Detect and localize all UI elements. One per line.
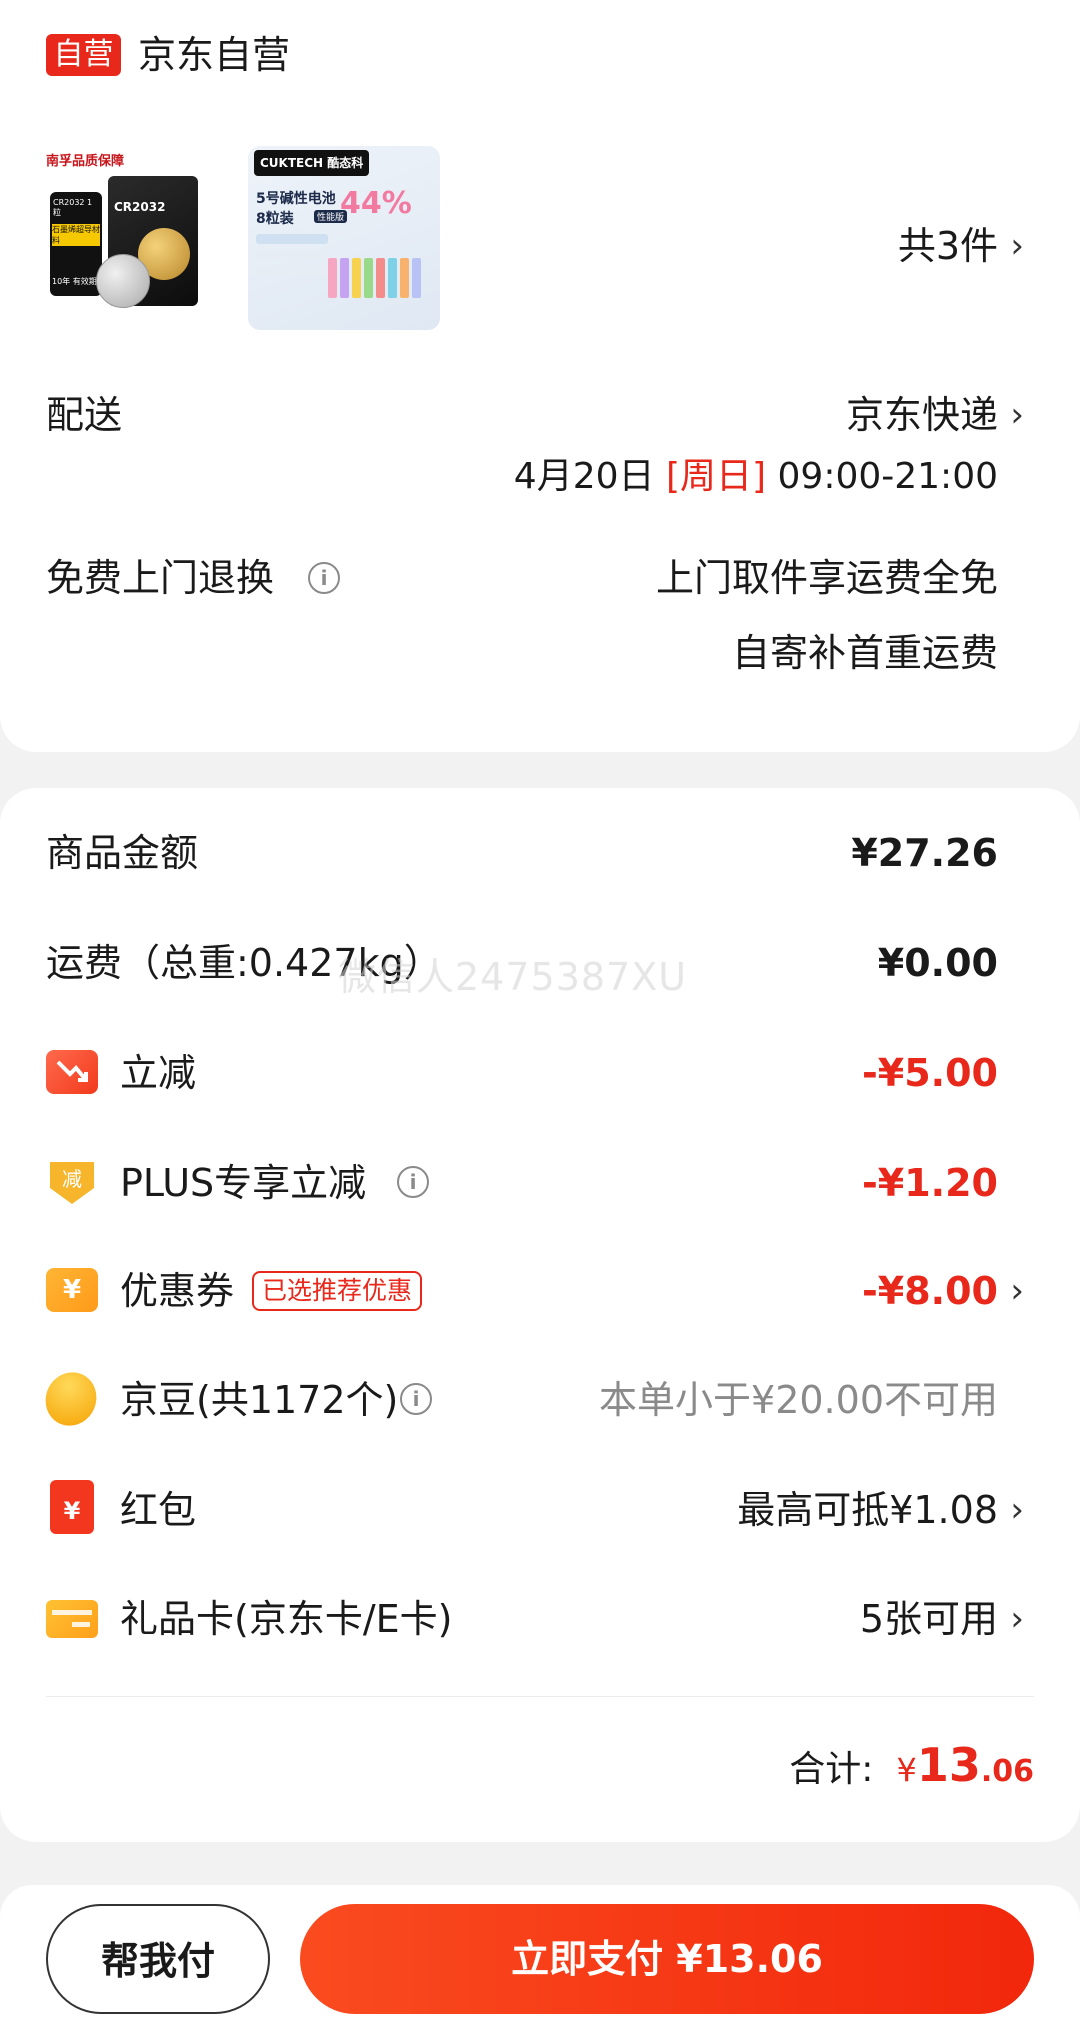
svg-text:减: 减 — [62, 1167, 82, 1191]
product-thumbnail-aa-batteries[interactable]: CUKTECH 酷态科 5号碱性电池 8粒装 性能版 44% — [248, 146, 440, 330]
gift-card-value[interactable]: 5张可用 — [860, 1596, 998, 1642]
coin-cell-icon — [96, 254, 150, 308]
jingdou-label: 京豆(共1172个) — [120, 1378, 399, 1422]
jingdou-value: 本单小于¥20.00不可用 — [599, 1378, 998, 1422]
free-return-label: 免费上门退换 — [46, 556, 275, 600]
thumb2-brand: CUKTECH 酷态科 — [254, 150, 370, 176]
total-currency: ¥ — [896, 1751, 917, 1789]
red-packet-value[interactable]: 最高可抵¥1.08 — [737, 1487, 998, 1533]
watermark-text: 微信人2475387XU — [338, 955, 688, 999]
item-count[interactable]: 共3件 — [898, 223, 998, 269]
help-me-pay-button[interactable]: 帮我付 — [46, 1904, 270, 2014]
delivery-weekday: [周日] — [665, 456, 767, 497]
delivery-time[interactable]: 4月20日 [周日] 09:00-21:00 — [514, 456, 998, 498]
gift-card-label: 礼品卡(京东卡/E卡) — [120, 1597, 453, 1641]
shipping-value: ¥0.00 — [877, 941, 998, 985]
pay-now-button[interactable]: 立即支付 ¥13.06 — [300, 1904, 1034, 2014]
plus-discount-value: -¥1.20 — [862, 1161, 998, 1205]
recommended-coupon-tag: 已选推荐优惠 — [252, 1271, 423, 1311]
goods-amount-label: 商品金额 — [46, 831, 199, 875]
info-icon[interactable]: i — [400, 1383, 432, 1415]
chevron-right-icon[interactable]: › — [1010, 1487, 1024, 1533]
chevron-right-icon[interactable]: › — [1010, 392, 1024, 438]
total-label: 合计: — [789, 1749, 874, 1790]
info-icon[interactable]: i — [397, 1166, 429, 1198]
info-icon[interactable]: i — [308, 562, 340, 594]
instant-discount-icon — [46, 1050, 98, 1094]
delivery-time-window: 09:00-21:00 — [777, 456, 998, 497]
delivery-label: 配送 — [46, 393, 123, 437]
store-name: 京东自营 — [138, 33, 291, 77]
instant-discount-value: -¥5.00 — [862, 1051, 998, 1095]
self-operated-badge: 自营 — [46, 34, 121, 76]
order-total: 合计: ¥13.06 — [789, 1735, 1034, 1806]
return-line-2: 自寄补首重运费 — [731, 631, 998, 675]
chevron-right-icon[interactable]: › — [1010, 1268, 1024, 1314]
delivery-carrier[interactable]: 京东快递 — [846, 392, 998, 438]
plus-discount-label: PLUS专享立减 — [120, 1161, 367, 1205]
coupon-label: 优惠券 — [120, 1269, 235, 1313]
instant-discount-label: 立减 — [120, 1051, 197, 1095]
thumb-brand: 南孚品质保障 — [46, 154, 125, 169]
gift-card-icon — [46, 1600, 98, 1638]
goods-amount-value: ¥27.26 — [851, 831, 998, 875]
plus-discount-icon: 减 — [46, 1158, 98, 1206]
coupon-value[interactable]: -¥8.00 — [862, 1268, 998, 1314]
chevron-right-icon[interactable]: › — [1010, 1596, 1024, 1642]
battery-card-left: CR2032 1粒 石墨烯超导材料 10年 有效期 — [50, 192, 102, 296]
return-line-1: 上门取件享运费全免 — [655, 556, 998, 600]
total-integer: 13 — [916, 1738, 981, 1792]
thumb2-percent: 44% — [340, 186, 412, 221]
battery-row — [328, 258, 421, 298]
red-packet-label: 红包 — [120, 1488, 197, 1532]
chevron-right-icon[interactable]: › — [1010, 223, 1024, 269]
total-decimal: .06 — [980, 1754, 1034, 1789]
product-thumbnail-battery-cr2032[interactable]: 南孚品质保障 CR2032 1粒 石墨烯超导材料 10年 有效期 CR2032 — [46, 146, 238, 330]
thumb2-sub: 8粒装 — [256, 211, 294, 227]
summary-divider — [46, 1696, 1034, 1697]
delivery-date: 4月20日 — [513, 456, 655, 497]
red-packet-icon: ¥ — [50, 1480, 94, 1534]
thumb2-title: 5号碱性电池 — [256, 191, 336, 207]
coupon-icon: ¥ — [46, 1268, 98, 1312]
